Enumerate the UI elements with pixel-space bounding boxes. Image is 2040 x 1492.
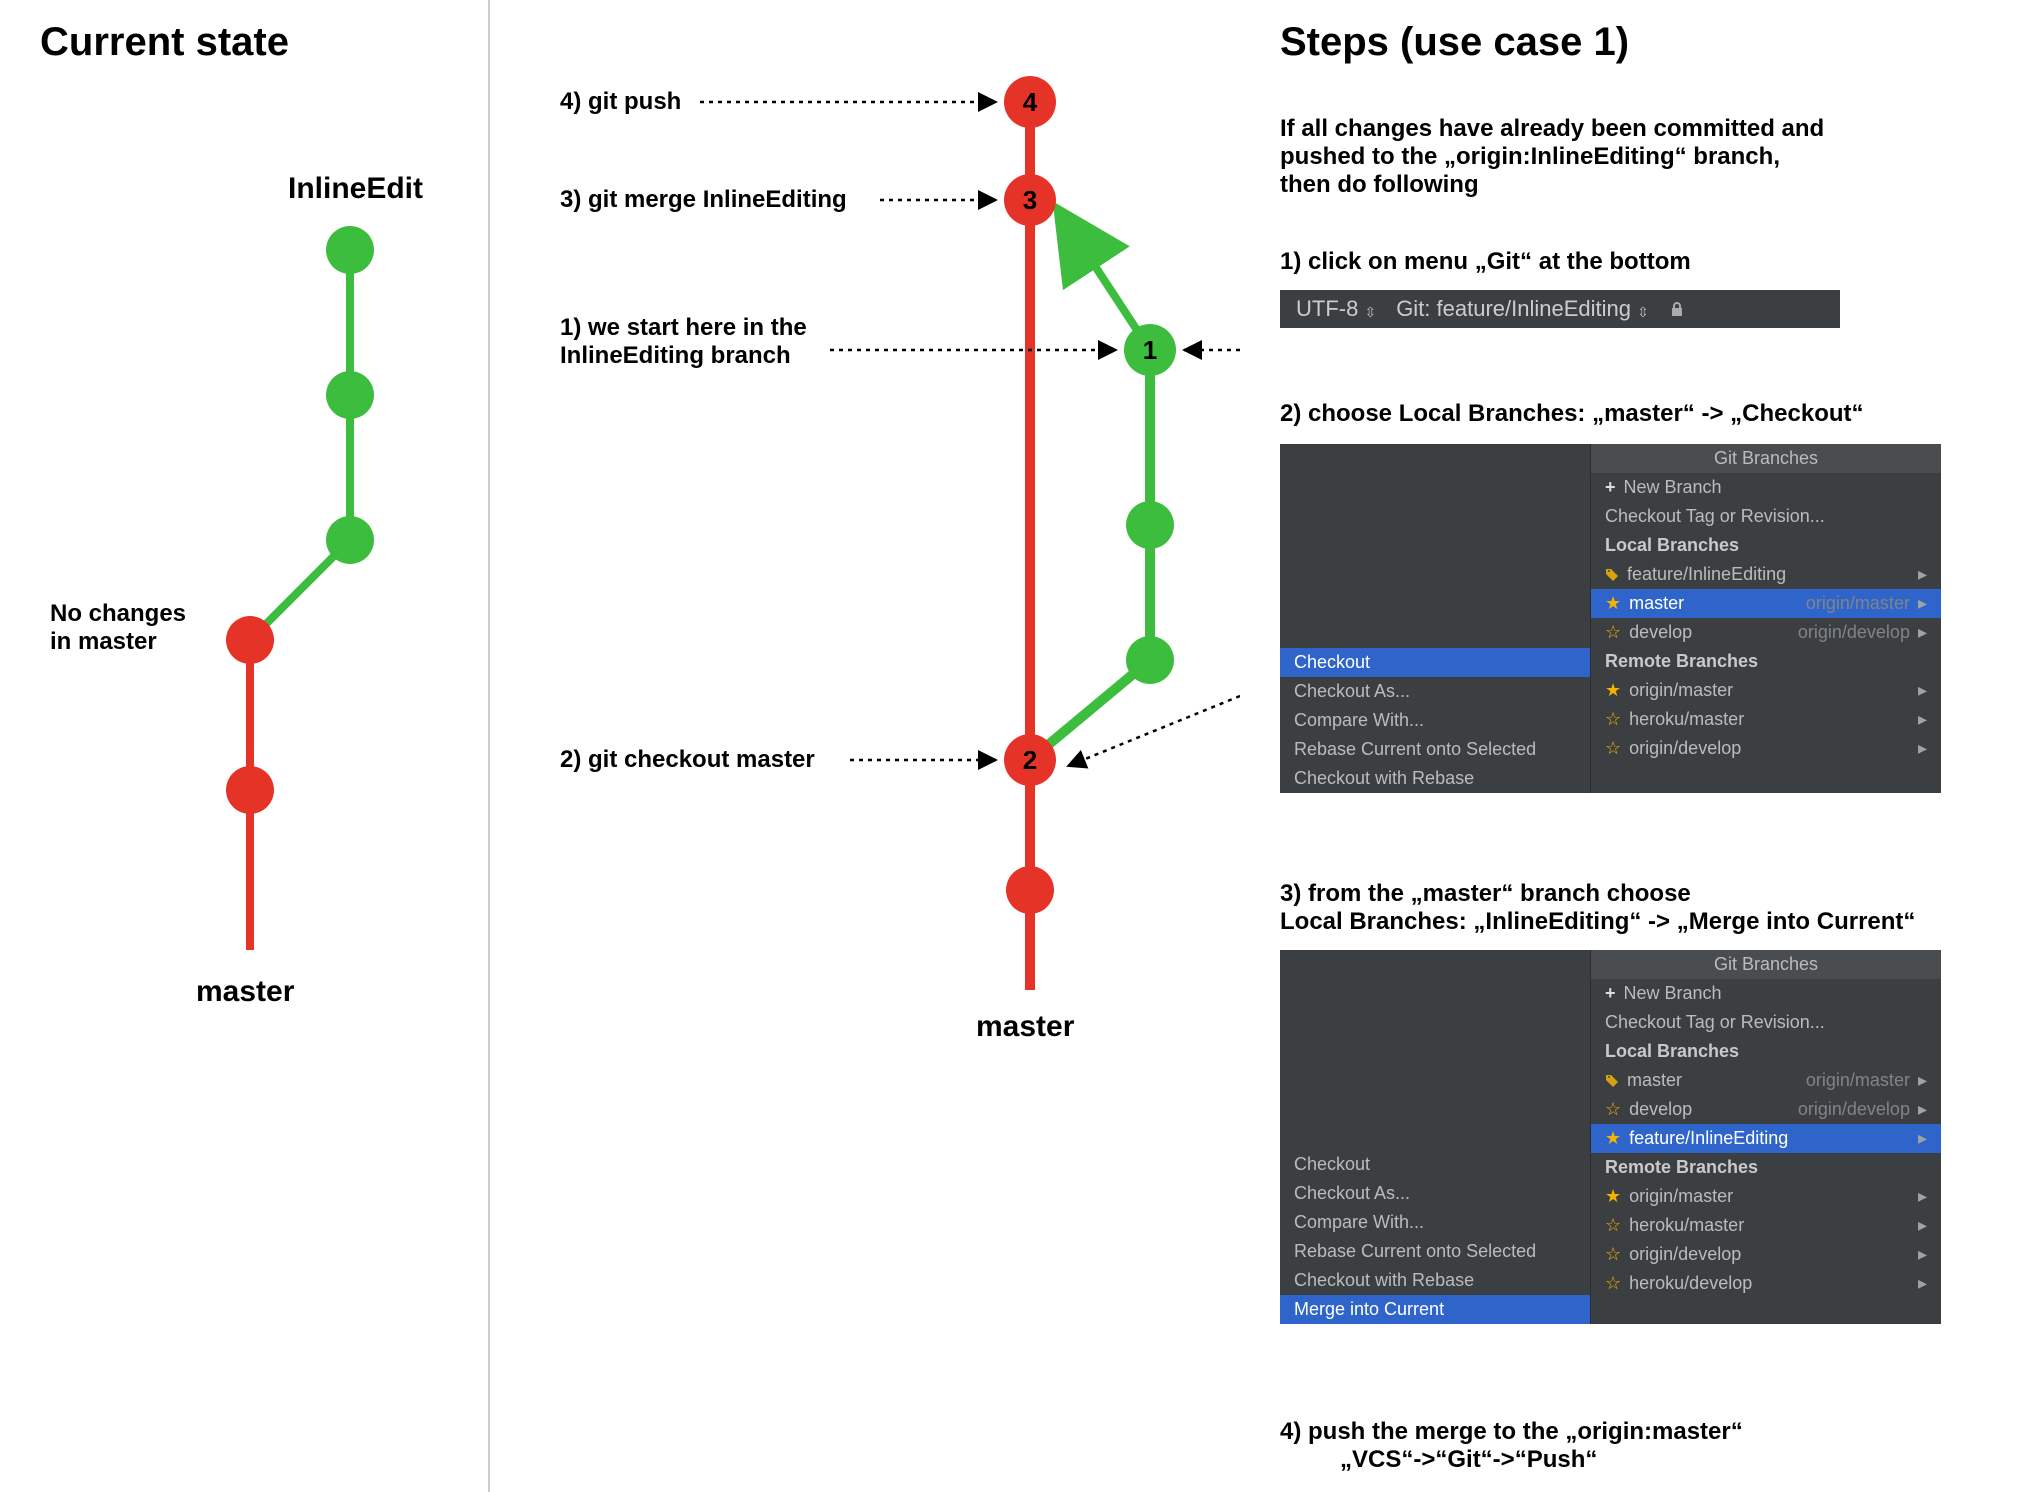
remote-branches-header: Remote Branches bbox=[1591, 1153, 1941, 1182]
step3-l2: Local Branches: „InlineEditing“ -> „Merg… bbox=[1280, 908, 1915, 936]
step2-text: 2) choose Local Branches: „master“ -> „C… bbox=[1280, 400, 1864, 428]
branch-action-item[interactable]: Checkout As... bbox=[1280, 1179, 1590, 1208]
star-icon: ☆ bbox=[1605, 1244, 1621, 1265]
chevron-right-icon: ▸ bbox=[1918, 1273, 1927, 1294]
popup-header: Git Branches bbox=[1591, 950, 1941, 979]
ide-status-bar[interactable]: UTF-8 ⇳ Git: feature/InlineEditing ⇳ bbox=[1280, 290, 1840, 328]
local-branch-item[interactable]: ★masterorigin/master▸ bbox=[1591, 589, 1941, 618]
chevron-right-icon: ▸ bbox=[1918, 709, 1927, 730]
intro-l1: If all changes have already been committ… bbox=[1280, 115, 1824, 143]
star-icon: ★ bbox=[1605, 1128, 1621, 1149]
master-label-left: master bbox=[196, 975, 294, 1009]
local-branch-item[interactable]: ☆developorigin/develop▸ bbox=[1591, 618, 1941, 647]
star-icon: ★ bbox=[1605, 680, 1621, 701]
branch-action-item[interactable]: Checkout bbox=[1280, 1150, 1590, 1179]
star-icon: ☆ bbox=[1605, 709, 1621, 730]
popup-header: Git Branches bbox=[1591, 444, 1941, 473]
updown-icon: ⇳ bbox=[1364, 304, 1376, 321]
git-branches-popup-1: CheckoutCheckout As...Compare With...Reb… bbox=[1280, 444, 1941, 793]
tag-icon bbox=[1605, 568, 1619, 582]
new-branch-item[interactable]: +New Branch bbox=[1591, 473, 1941, 502]
branch-action-item[interactable]: Merge into Current bbox=[1280, 1295, 1590, 1324]
local-branches-header: Local Branches bbox=[1591, 531, 1941, 560]
branch-action-item[interactable]: Checkout As... bbox=[1280, 677, 1590, 706]
svg-text:4: 4 bbox=[1023, 87, 1038, 117]
star-icon: ☆ bbox=[1605, 738, 1621, 759]
updown-icon: ⇳ bbox=[1637, 304, 1649, 321]
branch-action-item[interactable]: Checkout bbox=[1280, 648, 1590, 677]
star-icon: ☆ bbox=[1605, 1099, 1621, 1120]
chevron-right-icon: ▸ bbox=[1918, 1070, 1927, 1091]
master-label-mid: master bbox=[976, 1010, 1074, 1044]
current-state-graph bbox=[40, 150, 440, 980]
current-state-title: Current state bbox=[40, 20, 289, 65]
new-branch-item[interactable]: +New Branch bbox=[1591, 979, 1941, 1008]
plus-icon: + bbox=[1605, 983, 1616, 1004]
no-changes-l2: in master bbox=[50, 628, 157, 656]
star-icon: ☆ bbox=[1605, 1273, 1621, 1294]
branch-action-item[interactable]: Rebase Current onto Selected bbox=[1280, 735, 1590, 764]
no-changes-l1: No changes bbox=[50, 600, 186, 628]
remote-branch-item[interactable]: ☆origin/develop▸ bbox=[1591, 1240, 1941, 1269]
local-branch-item[interactable]: ☆developorigin/develop▸ bbox=[1591, 1095, 1941, 1124]
step1-l2: InlineEditing branch bbox=[560, 342, 791, 370]
chevron-right-icon: ▸ bbox=[1918, 564, 1927, 585]
remote-branch-item[interactable]: ★origin/master▸ bbox=[1591, 1182, 1941, 1211]
chevron-right-icon: ▸ bbox=[1918, 1186, 1927, 1207]
step1-l1: 1) we start here in the bbox=[560, 314, 807, 342]
chevron-right-icon: ▸ bbox=[1918, 738, 1927, 759]
star-icon: ★ bbox=[1605, 1186, 1621, 1207]
star-icon: ☆ bbox=[1605, 1215, 1621, 1236]
branch-action-item[interactable]: Rebase Current onto Selected bbox=[1280, 1237, 1590, 1266]
remote-branch-item[interactable]: ☆heroku/master▸ bbox=[1591, 1211, 1941, 1240]
step4-label: 4) git push bbox=[560, 88, 681, 116]
intro-l3: then do following bbox=[1280, 171, 1479, 199]
git-branches-popup-2: CheckoutCheckout As...Compare With...Reb… bbox=[1280, 950, 1941, 1324]
branch-action-item[interactable]: Compare With... bbox=[1280, 1208, 1590, 1237]
chevron-right-icon: ▸ bbox=[1918, 1244, 1927, 1265]
local-branch-item[interactable]: feature/InlineEditing▸ bbox=[1591, 560, 1941, 589]
column-divider bbox=[488, 0, 490, 1492]
star-icon: ☆ bbox=[1605, 622, 1621, 643]
remote-branches-header: Remote Branches bbox=[1591, 647, 1941, 676]
svg-text:1: 1 bbox=[1143, 335, 1157, 365]
svg-text:3: 3 bbox=[1023, 185, 1037, 215]
step2-label: 2) git checkout master bbox=[560, 746, 815, 774]
local-branches-header: Local Branches bbox=[1591, 1037, 1941, 1066]
lock-icon bbox=[1669, 301, 1685, 317]
local-branch-item[interactable]: masterorigin/master▸ bbox=[1591, 1066, 1941, 1095]
branch-action-item[interactable]: Compare With... bbox=[1280, 706, 1590, 735]
branch-action-item[interactable]: Checkout with Rebase bbox=[1280, 764, 1590, 793]
svg-text:2: 2 bbox=[1023, 745, 1037, 775]
intro-l2: pushed to the „origin:InlineEditing“ bra… bbox=[1280, 143, 1780, 171]
chevron-right-icon: ▸ bbox=[1918, 1099, 1927, 1120]
tag-icon bbox=[1605, 1074, 1619, 1088]
star-icon: ★ bbox=[1605, 593, 1621, 614]
inline-edit-label: InlineEdit bbox=[288, 172, 423, 206]
step3-label: 3) git merge InlineEditing bbox=[560, 186, 847, 214]
branch-action-item[interactable]: Checkout with Rebase bbox=[1280, 1266, 1590, 1295]
checkout-tag-item[interactable]: Checkout Tag or Revision... bbox=[1591, 1008, 1941, 1037]
plus-icon: + bbox=[1605, 477, 1616, 498]
step3-l1: 3) from the „master“ branch choose bbox=[1280, 880, 1691, 908]
remote-branch-item[interactable]: ★origin/master▸ bbox=[1591, 676, 1941, 705]
chevron-right-icon: ▸ bbox=[1918, 1128, 1927, 1149]
chevron-right-icon: ▸ bbox=[1918, 1215, 1927, 1236]
chevron-right-icon: ▸ bbox=[1918, 680, 1927, 701]
remote-branch-item[interactable]: ☆heroku/develop▸ bbox=[1591, 1269, 1941, 1298]
local-branch-item[interactable]: ★feature/InlineEditing▸ bbox=[1591, 1124, 1941, 1153]
chevron-right-icon: ▸ bbox=[1918, 593, 1927, 614]
git-branch-indicator[interactable]: Git: feature/InlineEditing ⇳ bbox=[1396, 296, 1649, 322]
step4-l2: „VCS“->“Git“->“Push“ bbox=[1340, 1446, 1597, 1474]
steps-title: Steps (use case 1) bbox=[1280, 20, 1629, 65]
checkout-tag-item[interactable]: Checkout Tag or Revision... bbox=[1591, 502, 1941, 531]
step4-l1: 4) push the merge to the „origin:master“ bbox=[1280, 1418, 1743, 1446]
step1-text: 1) click on menu „Git“ at the bottom bbox=[1280, 248, 1691, 276]
chevron-right-icon: ▸ bbox=[1918, 622, 1927, 643]
encoding-indicator[interactable]: UTF-8 ⇳ bbox=[1296, 296, 1376, 322]
remote-branch-item[interactable]: ☆heroku/master▸ bbox=[1591, 705, 1941, 734]
remote-branch-item[interactable]: ☆origin/develop▸ bbox=[1591, 734, 1941, 763]
